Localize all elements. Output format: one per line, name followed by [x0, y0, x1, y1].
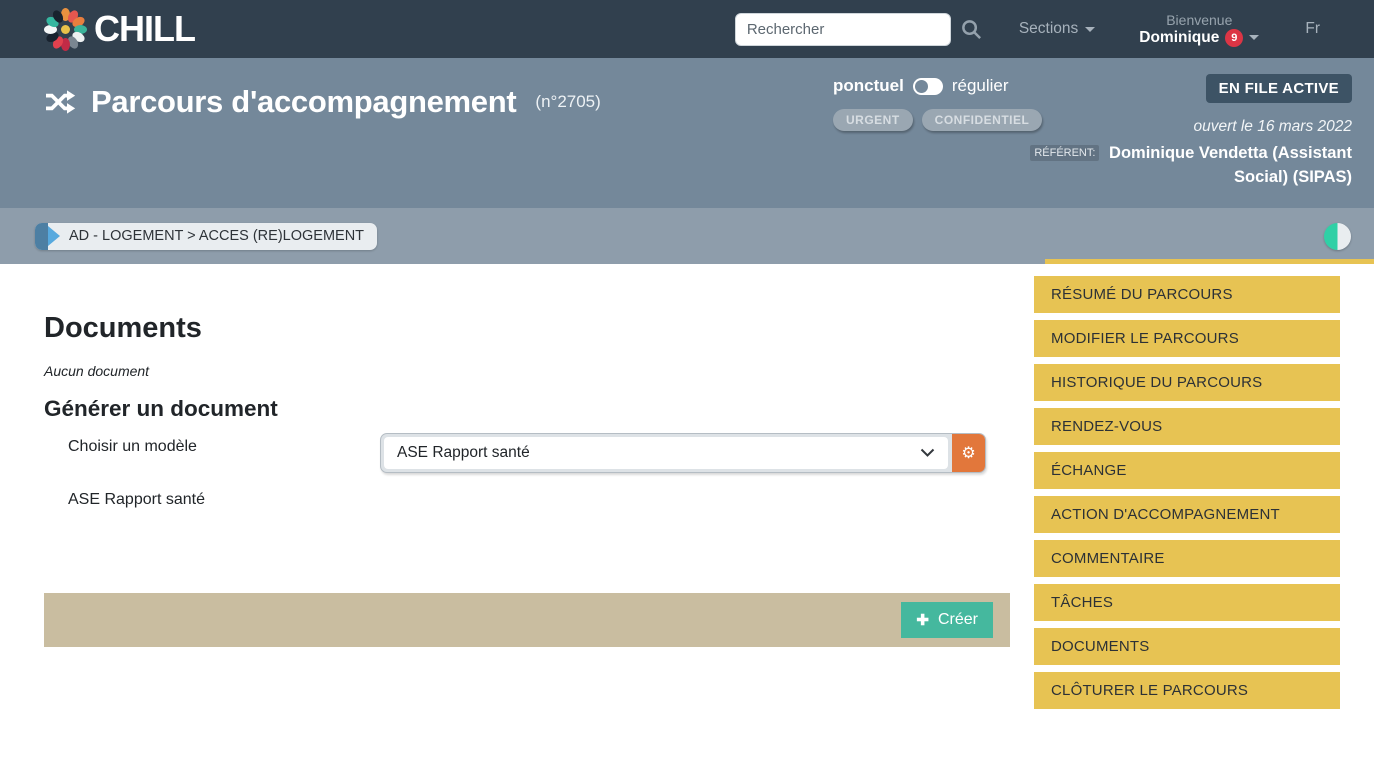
toggle-label-regulier: régulier [952, 76, 1009, 96]
language-label: Fr [1305, 20, 1320, 38]
sidebar-item-modifier-le-parcours[interactable]: MODIFIER LE PARCOURS [1034, 320, 1340, 357]
model-select-label: Choisir un modèle [68, 438, 197, 456]
sidebar-item-commentaire[interactable]: COMMENTAIRE [1034, 540, 1340, 577]
course-sidebar-menu: RÉSUMÉ DU PARCOURS MODIFIER LE PARCOURS … [1034, 276, 1340, 716]
ponctuel-regulier-toggle[interactable] [913, 78, 943, 95]
course-number: (n°2705) [535, 92, 600, 112]
model-select[interactable]: ASE Rapport santé [384, 437, 948, 469]
brand-name: CHILL [94, 8, 195, 50]
tag-arrow-icon [48, 226, 60, 246]
empty-documents-text: Aucun document [44, 363, 149, 379]
sidebar-accent-strip [1045, 259, 1374, 264]
chevron-down-icon [1249, 35, 1259, 40]
course-header: Parcours d'accompagnement (n°2705) ponct… [0, 58, 1374, 208]
sidebar-item-documents[interactable]: DOCUMENTS [1034, 628, 1340, 665]
sidebar-item-historique-du-parcours[interactable]: HISTORIQUE DU PARCOURS [1034, 364, 1340, 401]
model-settings-button[interactable]: ⚙ [952, 434, 985, 472]
create-button[interactable]: ✚ Créer [901, 602, 993, 638]
model-select-group: ASE Rapport santé ⚙ [380, 433, 986, 473]
user-menu[interactable]: Bienvenue Dominique 9 [1139, 12, 1259, 47]
search-icon [960, 18, 983, 41]
documents-title: Documents [44, 312, 202, 345]
tag-bar-icon [35, 223, 48, 250]
top-navbar: CHILL Sections Bienvenue Dominique 9 Fr [0, 0, 1374, 58]
sidebar-item-action-accompagnement[interactable]: ACTION D'ACCOMPAGNEMENT [1034, 496, 1340, 533]
opened-date: ouvert le 16 mars 2022 [1193, 118, 1352, 136]
shuffle-icon [44, 88, 76, 116]
sections-menu[interactable]: Sections [1019, 20, 1095, 38]
gear-icon: ⚙ [961, 443, 975, 463]
half-circle-toggle-icon[interactable] [1324, 223, 1351, 250]
page-title: Parcours d'accompagnement [91, 84, 516, 120]
sidebar-item-taches[interactable]: TÂCHES [1034, 584, 1340, 621]
user-name: Dominique [1139, 29, 1219, 47]
model-selected-value: ASE Rapport santé [397, 444, 530, 462]
social-issue-label: AD - LOGEMENT > ACCES (RE)LOGEMENT [69, 228, 364, 244]
sidebar-item-cloturer-le-parcours[interactable]: CLÔTURER LE PARCOURS [1034, 672, 1340, 709]
generate-document-title: Générer un document [44, 396, 278, 422]
chill-flower-icon [42, 5, 88, 53]
notification-badge: 9 [1225, 29, 1243, 47]
referrer-name: Dominique Vendetta (Assistant Social) (S… [1109, 144, 1352, 186]
scope-bar: AD - LOGEMENT > ACCES (RE)LOGEMENT [0, 208, 1374, 264]
chill-logo[interactable]: CHILL [42, 5, 195, 53]
welcome-text: Bienvenue [1139, 12, 1259, 29]
referrer-label: RÉFÉRENT: [1030, 145, 1099, 161]
sidebar-item-resume-du-parcours[interactable]: RÉSUMÉ DU PARCOURS [1034, 276, 1340, 313]
referrer-block: RÉFÉRENT: Dominique Vendetta (Assistant … [1022, 142, 1352, 190]
urgent-badge: URGENT [833, 109, 913, 131]
language-switcher[interactable]: Fr [1305, 20, 1320, 38]
search-input[interactable] [735, 13, 951, 46]
model-list-item: ASE Rapport santé [68, 491, 205, 509]
chevron-down-icon [920, 448, 935, 458]
plus-icon: ✚ [916, 611, 929, 629]
sections-label: Sections [1019, 20, 1078, 38]
chevron-down-icon [1085, 27, 1095, 32]
social-issue-tag[interactable]: AD - LOGEMENT > ACCES (RE)LOGEMENT [35, 223, 377, 250]
create-action-bar: ✚ Créer [44, 593, 1010, 647]
main-content: Documents Aucun document Générer un docu… [0, 264, 1374, 760]
sidebar-item-rendez-vous[interactable]: RENDEZ-VOUS [1034, 408, 1340, 445]
create-button-label: Créer [938, 611, 978, 629]
toggle-label-ponctuel: ponctuel [833, 76, 904, 96]
search-button[interactable] [960, 18, 983, 41]
sidebar-item-echange[interactable]: ÉCHANGE [1034, 452, 1340, 489]
status-badge: EN FILE ACTIVE [1206, 74, 1352, 103]
